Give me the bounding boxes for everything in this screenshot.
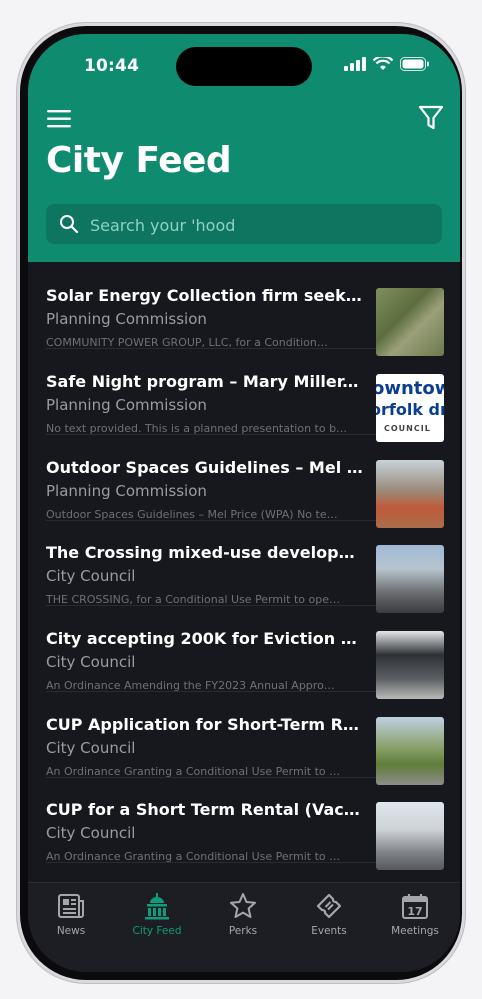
feed-item-thumbnail: [376, 545, 444, 613]
page-title: City Feed: [46, 140, 232, 181]
tab-label: News: [56, 925, 86, 937]
feed-item[interactable]: Outdoor Spaces Guidelines – Mel … Planni…: [46, 434, 444, 528]
feed-item-source: Planning Commission: [46, 310, 207, 328]
app-screen: 10:44 City Feed Search your 'hood Solar …: [28, 34, 460, 972]
tab-events[interactable]: Events: [286, 891, 372, 951]
feed-item-source: Planning Commission: [46, 482, 207, 500]
feed-item-title: CUP for a Short Term Rental (Vaca…: [46, 800, 364, 819]
signal-icon: [344, 57, 366, 71]
feed-item-thumbnail: owntow orfolk dr COUNCIL: [376, 374, 444, 442]
tab-city-feed[interactable]: City Feed: [114, 891, 200, 951]
calendar-day-number: 17: [407, 905, 422, 918]
feed-item-title: Outdoor Spaces Guidelines – Mel …: [46, 458, 363, 477]
app-header: 10:44 City Feed Search your 'hood: [28, 34, 460, 262]
thumbnail-text-line: orfolk dr: [376, 400, 444, 419]
filter-icon[interactable]: [418, 104, 444, 132]
tab-label: Meetings: [391, 925, 439, 937]
dynamic-island: [176, 47, 312, 86]
feed-item[interactable]: CUP Application for Short-Term Re… City …: [46, 691, 444, 785]
feed-list: Solar Energy Collection firm seekin… Pla…: [28, 262, 460, 882]
newspaper-icon: [58, 894, 84, 918]
calendar-icon: 17: [402, 894, 428, 919]
ticket-icon: [316, 893, 342, 919]
tab-news[interactable]: News: [28, 891, 114, 951]
tab-label: Events: [311, 925, 347, 937]
tab-perks[interactable]: Perks: [200, 891, 286, 951]
tab-label: City Feed: [132, 925, 182, 937]
feed-item-title: CUP Application for Short-Term Re…: [46, 715, 364, 734]
bottom-tab-bar: News City Feed Perks Events 17 Meetings: [28, 882, 460, 972]
feed-item-thumbnail: [376, 460, 444, 528]
feed-item-thumbnail: [376, 288, 444, 356]
city-hall-icon: [145, 893, 169, 920]
feed-item[interactable]: The Crossing mixed-use develop… City Cou…: [46, 519, 444, 613]
search-icon: [60, 215, 79, 234]
battery-icon: [400, 57, 429, 71]
status-time: 10:44: [84, 56, 140, 76]
feed-item-source: City Council: [46, 824, 136, 842]
feed-item-title: City accepting 200K for Eviction Re…: [46, 629, 364, 648]
feed-item-source: City Council: [46, 567, 136, 585]
thumbnail-text-line: owntow: [376, 378, 444, 399]
hamburger-menu-icon[interactable]: [46, 106, 72, 132]
thumbnail-text-line: COUNCIL: [384, 424, 431, 433]
feed-item[interactable]: City accepting 200K for Eviction Re… Cit…: [46, 605, 444, 699]
tab-label: Perks: [228, 925, 258, 937]
feed-item-source: City Council: [46, 653, 136, 671]
tab-meetings[interactable]: 17 Meetings: [372, 891, 458, 951]
feed-item[interactable]: CUP for a Short Term Rental (Vaca… City …: [46, 776, 444, 870]
feed-item-snippet: An Ordinance Granting a Conditional Use …: [46, 850, 341, 863]
feed-item-thumbnail: [376, 717, 444, 785]
search-bar[interactable]: [46, 204, 442, 246]
feed-item[interactable]: Solar Energy Collection firm seekin… Pla…: [46, 262, 444, 356]
feed-item-thumbnail: [376, 802, 444, 870]
star-icon: [230, 893, 256, 918]
feed-item-title: Safe Night program – Mary Miller, …: [46, 372, 364, 391]
feed-item-source: Planning Commission: [46, 396, 207, 414]
status-icons: [344, 57, 430, 71]
feed-item[interactable]: Safe Night program – Mary Miller, … Plan…: [46, 348, 444, 442]
feed-item-title: The Crossing mixed-use develop…: [46, 543, 355, 562]
feed-item-thumbnail: [376, 631, 444, 699]
feed-item-title: Solar Energy Collection firm seekin…: [46, 286, 364, 305]
search-input[interactable]: [88, 204, 432, 246]
wifi-icon: [373, 57, 393, 70]
feed-item-source: City Council: [46, 739, 136, 757]
